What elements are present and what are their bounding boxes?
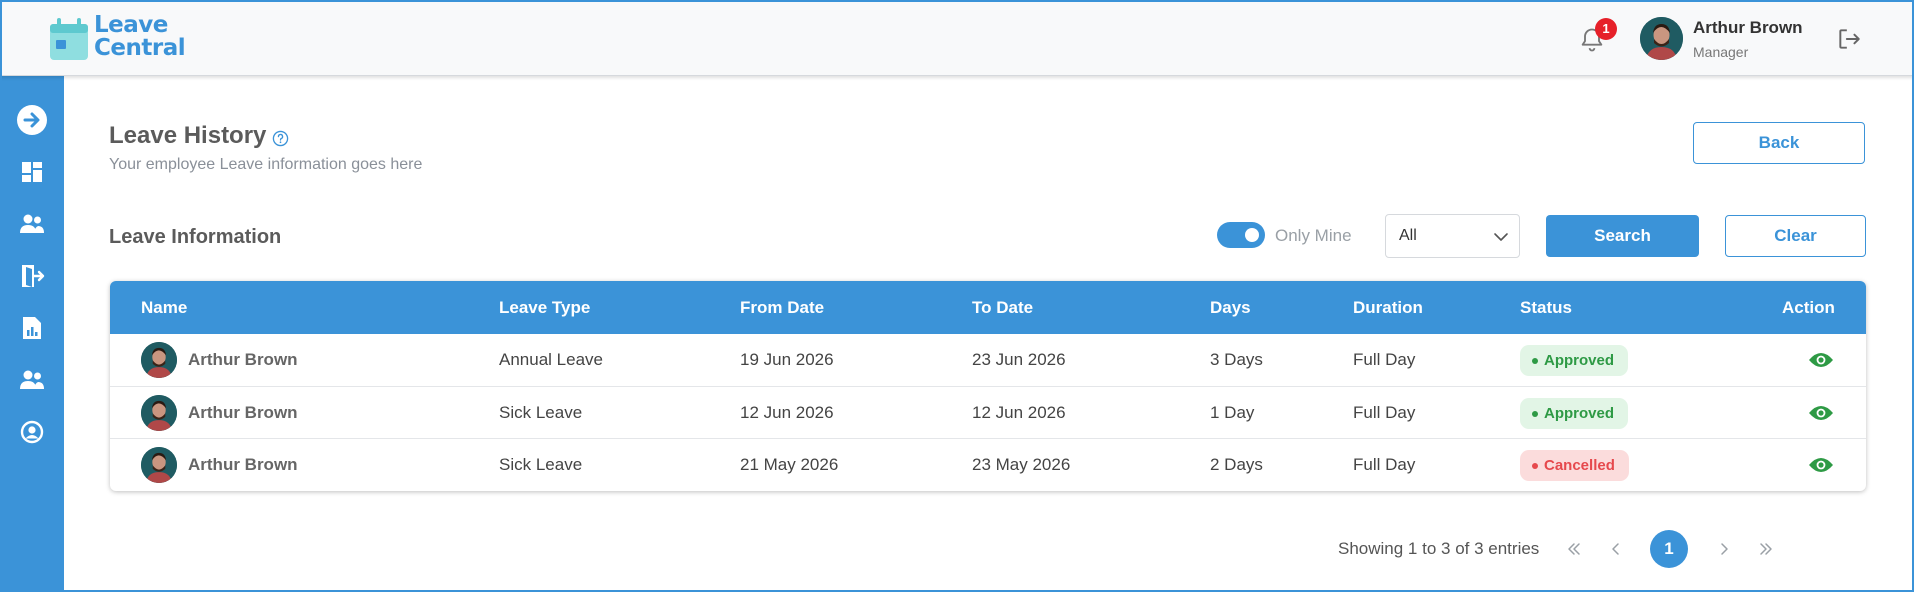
- only-mine-label: Only Mine: [1275, 226, 1352, 245]
- person-avatar-icon: [141, 342, 177, 378]
- user-role: Manager: [1693, 44, 1749, 60]
- search-button[interactable]: Search: [1546, 215, 1699, 257]
- section-title: Leave Information: [109, 226, 282, 248]
- sidebar-item-expand[interactable]: [14, 102, 50, 138]
- status-badge: Approved: [1520, 398, 1629, 429]
- sidebar-item-dashboard[interactable]: [14, 154, 50, 190]
- logo-line-1: Leave: [94, 12, 168, 38]
- previous-page-button[interactable]: [1598, 531, 1634, 567]
- cell-to-date: 12 Jun 2026: [972, 403, 1066, 422]
- pagination-info: Showing 1 to 3 of 3 entries: [1338, 539, 1540, 558]
- status-filter-select[interactable]: All: [1385, 214, 1520, 258]
- page-subtitle: Your employee Leave information goes her…: [109, 156, 423, 173]
- cell-duration: Full Day: [1353, 403, 1416, 422]
- sidebar-item-team[interactable]: [14, 206, 50, 242]
- cell-from-date: 12 Jun 2026: [740, 403, 834, 422]
- avatar: [141, 342, 177, 378]
- cell-name: Arthur Brown: [188, 403, 298, 422]
- eye-icon[interactable]: [1808, 350, 1834, 370]
- cell-days: 2 Days: [1210, 455, 1263, 474]
- chevron-right-icon: [1721, 543, 1728, 555]
- chevron-down-icon: [1494, 233, 1508, 241]
- cell-days: 3 Days: [1210, 350, 1263, 369]
- help-icon[interactable]: [272, 130, 289, 147]
- logout-icon[interactable]: [1836, 26, 1862, 52]
- table-row[interactable]: Arthur Brown Annual Leave 19 Jun 2026 23…: [110, 334, 1866, 386]
- toggle-knob: [1245, 228, 1259, 242]
- logo-line-2: Central: [94, 35, 186, 61]
- clear-button[interactable]: Clear: [1725, 215, 1866, 257]
- column-header-status[interactable]: Status: [1520, 298, 1572, 318]
- first-page-button[interactable]: [1556, 531, 1592, 567]
- cell-leave-type: Sick Leave: [499, 455, 583, 474]
- person-avatar-icon: [1640, 17, 1683, 60]
- arrow-right-circle-icon: [17, 105, 47, 135]
- next-page-button[interactable]: [1706, 531, 1742, 567]
- cell-days: 1 Day: [1210, 403, 1255, 422]
- chevrons-right-icon: [1760, 543, 1772, 555]
- column-header-from-date[interactable]: From Date: [740, 298, 824, 318]
- app-logo[interactable]: Leave Central: [48, 14, 198, 64]
- chevrons-left-icon: [1568, 543, 1580, 555]
- cell-leave-type: Sick Leave: [499, 403, 583, 422]
- cell-duration: Full Day: [1353, 350, 1416, 369]
- dashboard-icon: [22, 162, 42, 182]
- cell-leave-type: Annual Leave: [499, 350, 603, 369]
- column-header-to-date[interactable]: To Date: [972, 298, 1033, 318]
- leave-exit-icon: [22, 265, 45, 287]
- team-icon: [20, 214, 44, 233]
- chevron-left-icon: [1612, 543, 1619, 555]
- table-row[interactable]: Arthur Brown Sick Leave 21 May 2026 23 M…: [110, 438, 1866, 490]
- avatar: [141, 395, 177, 431]
- cell-name: Arthur Brown: [188, 455, 298, 474]
- column-header-duration[interactable]: Duration: [1353, 298, 1423, 318]
- sidebar: [0, 76, 64, 592]
- back-button[interactable]: Back: [1693, 122, 1865, 164]
- sidebar-item-leave[interactable]: [14, 258, 50, 294]
- last-page-button[interactable]: [1748, 531, 1784, 567]
- notification-badge: 1: [1595, 18, 1617, 40]
- table-row[interactable]: Arthur Brown Sick Leave 12 Jun 2026 12 J…: [110, 386, 1866, 438]
- column-header-leave-type[interactable]: Leave Type: [499, 298, 590, 318]
- calendar-logo-icon: [50, 18, 88, 60]
- cell-to-date: 23 Jun 2026: [972, 350, 1066, 369]
- only-mine-toggle[interactable]: [1217, 222, 1265, 248]
- leave-table: Name Leave Type From Date To Date Days D…: [110, 281, 1866, 491]
- cell-from-date: 21 May 2026: [740, 455, 839, 474]
- column-header-name[interactable]: Name: [141, 298, 187, 318]
- avatar: [141, 447, 177, 483]
- cell-duration: Full Day: [1353, 455, 1416, 474]
- eye-icon[interactable]: [1808, 403, 1834, 423]
- page-button-current[interactable]: 1: [1650, 530, 1688, 568]
- page-title: Leave History: [109, 122, 267, 149]
- sidebar-item-profile[interactable]: [14, 414, 50, 450]
- select-value: All: [1399, 227, 1417, 244]
- people-icon: [20, 370, 44, 389]
- eye-icon[interactable]: [1808, 455, 1834, 475]
- report-icon: [23, 317, 41, 339]
- cell-name: Arthur Brown: [188, 350, 298, 369]
- column-header-action: Action: [1782, 298, 1835, 317]
- column-header-days[interactable]: Days: [1210, 298, 1251, 318]
- cell-from-date: 19 Jun 2026: [740, 350, 834, 369]
- sidebar-item-people[interactable]: [14, 362, 50, 398]
- person-avatar-icon: [141, 395, 177, 431]
- user-name: Arthur Brown: [1693, 18, 1803, 37]
- status-badge: Approved: [1520, 345, 1629, 376]
- user-circle-icon: [20, 420, 44, 444]
- top-header: Leave Central 1 Arthur Brown Manager: [0, 0, 1914, 76]
- sidebar-item-reports[interactable]: [14, 310, 50, 346]
- user-avatar[interactable]: [1640, 17, 1683, 60]
- table-header: Name Leave Type From Date To Date Days D…: [110, 281, 1866, 334]
- status-badge: Cancelled: [1520, 450, 1629, 481]
- person-avatar-icon: [141, 447, 177, 483]
- cell-to-date: 23 May 2026: [972, 455, 1071, 474]
